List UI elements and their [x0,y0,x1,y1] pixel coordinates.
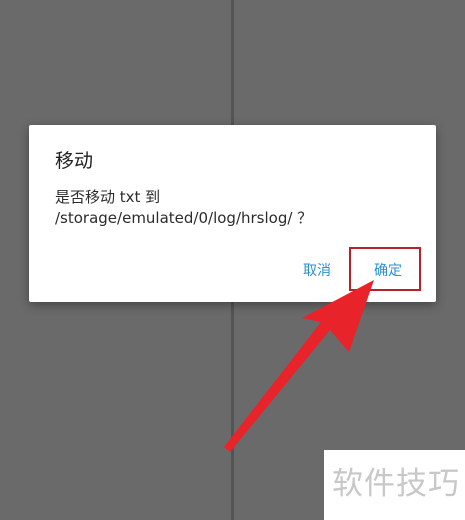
watermark-text: 软件技巧 [332,466,460,502]
annotation-arrow-icon [224,280,374,452]
watermark: 软件技巧 [324,450,465,520]
